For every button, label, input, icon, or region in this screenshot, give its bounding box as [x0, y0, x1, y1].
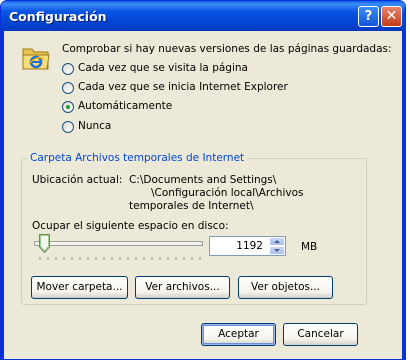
- radio-every-visit-label[interactable]: Cada vez que se visita la página: [78, 62, 248, 74]
- window-title: Configuración: [9, 9, 107, 24]
- radio-every-start[interactable]: [62, 82, 74, 94]
- temp-files-group-title: Carpeta Archivos temporales de Internet: [27, 152, 248, 164]
- folder-ie-icon: [22, 48, 50, 70]
- disk-space-slider-track[interactable]: [34, 241, 203, 246]
- ok-button[interactable]: Aceptar: [201, 323, 276, 346]
- space-label: Ocupar el siguiente espacio en disco:: [32, 220, 229, 232]
- spin-down-icon[interactable]: [269, 246, 285, 255]
- title-bar[interactable]: Configuración ? ✕: [1, 1, 405, 31]
- location-line-1: C:\Documents and Settings\: [129, 174, 277, 186]
- move-folder-button[interactable]: Mover carpeta...: [31, 276, 128, 299]
- disk-space-spinbox[interactable]: 1192: [209, 236, 286, 256]
- disk-space-slider-thumb[interactable]: [38, 234, 50, 253]
- radio-every-visit[interactable]: [62, 63, 74, 75]
- radio-never-label[interactable]: Nunca: [78, 120, 111, 132]
- window-border-left: [1, 31, 4, 359]
- radio-every-start-label[interactable]: Cada vez que se inicia Internet Explorer: [78, 81, 288, 93]
- slider-ticks: [39, 257, 201, 260]
- radio-automatic[interactable]: [62, 101, 74, 113]
- cancel-button[interactable]: Cancelar: [283, 323, 358, 346]
- view-files-button[interactable]: Ver archivos...: [135, 276, 230, 299]
- settings-dialog: Configuración ? ✕ Comprobar si hay nueva…: [0, 0, 406, 360]
- unit-label: MB: [301, 241, 318, 253]
- location-line-2: \Configuración local\Archivos: [151, 187, 304, 199]
- check-prompt: Comprobar si hay nuevas versiones de las…: [62, 43, 392, 55]
- close-icon[interactable]: ✕: [381, 6, 402, 27]
- location-label: Ubicación actual:: [32, 174, 123, 186]
- window-border-right: [402, 31, 405, 359]
- help-icon[interactable]: ?: [358, 6, 379, 27]
- location-line-3: temporales de Internet\: [129, 200, 254, 212]
- disk-space-value[interactable]: 1192: [236, 240, 263, 252]
- radio-never[interactable]: [62, 121, 74, 133]
- spin-up-icon[interactable]: [269, 237, 285, 246]
- view-objects-button[interactable]: Ver objetos...: [238, 276, 333, 299]
- radio-automatic-label[interactable]: Automáticamente: [78, 100, 172, 112]
